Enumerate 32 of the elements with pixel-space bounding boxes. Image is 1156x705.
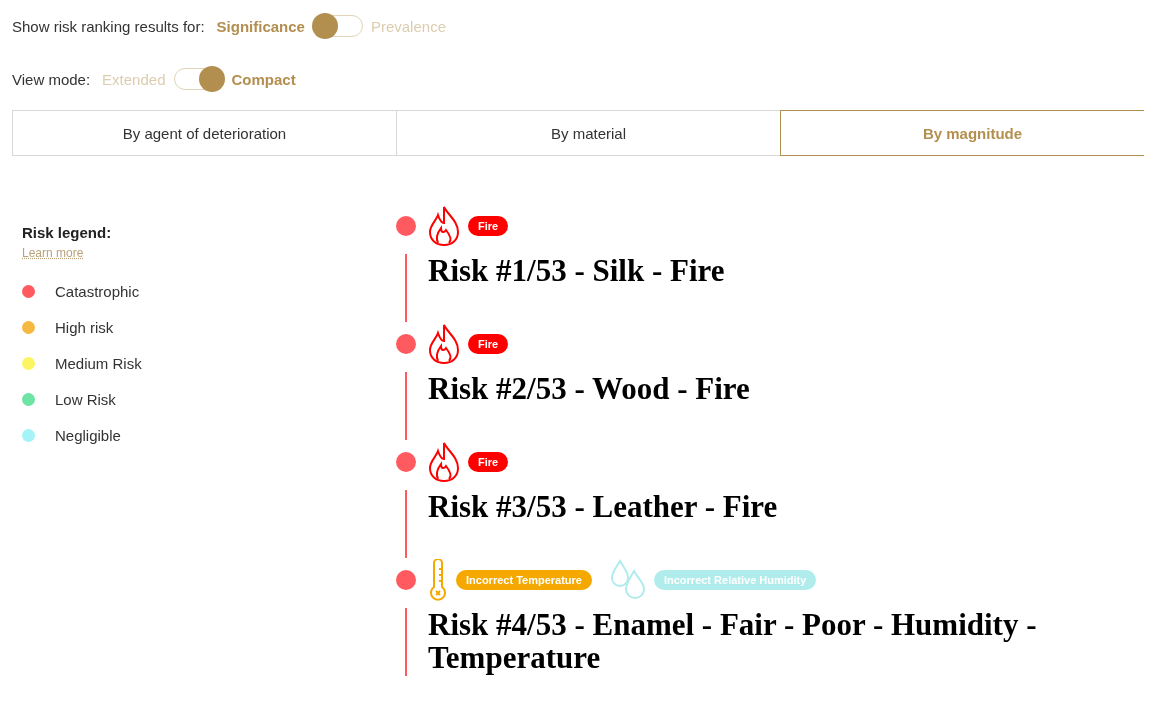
learn-more-link[interactable]: Learn more xyxy=(22,246,84,260)
tab[interactable]: By magnitude xyxy=(780,110,1144,156)
legend-label: Catastrophic xyxy=(55,283,140,300)
tab[interactable]: By agent of deterioration xyxy=(12,110,397,156)
flame-icon xyxy=(428,323,460,365)
agent-badge: Incorrect Temperature xyxy=(456,570,592,590)
toggle-option[interactable]: Prevalence xyxy=(370,17,446,35)
risk-title: Risk #1/53 - Silk - Fire xyxy=(428,254,726,287)
toggle-option[interactable]: Significance xyxy=(216,17,305,35)
legend-label: Medium Risk xyxy=(55,355,142,372)
toggle-option[interactable]: Compact xyxy=(231,70,296,88)
risk-title: Risk #4/53 - Enamel - Fair - Poor - Humidity - Temperature xyxy=(428,608,1038,674)
agent-badge: Fire xyxy=(468,334,509,354)
agent-badge: Fire xyxy=(468,452,509,472)
toggle-label: Show risk ranking results for: xyxy=(12,17,205,35)
toggle-knob[interactable] xyxy=(198,66,225,92)
risk-title: Risk #3/53 - Leather - Fire xyxy=(428,490,779,523)
flame-icon xyxy=(428,205,460,247)
risk-title: Risk #2/53 - Wood - Fire xyxy=(428,372,751,405)
toggle-knob[interactable] xyxy=(311,13,338,39)
tab[interactable]: By material xyxy=(396,110,781,156)
legend-label: Negligible xyxy=(55,427,121,444)
toggle-option[interactable]: Extended xyxy=(102,70,166,88)
legend-label: Low Risk xyxy=(55,391,116,408)
thermometer-icon xyxy=(428,559,448,601)
legend-title: Risk legend: xyxy=(22,224,113,241)
legend-label: High risk xyxy=(55,319,114,336)
flame-icon xyxy=(428,441,460,483)
agent-badge: Incorrect Relative Humidity xyxy=(653,570,817,590)
water-drops-icon xyxy=(609,559,646,601)
agent-badge: Fire xyxy=(468,216,509,236)
toggle-label: View mode: xyxy=(12,70,91,88)
